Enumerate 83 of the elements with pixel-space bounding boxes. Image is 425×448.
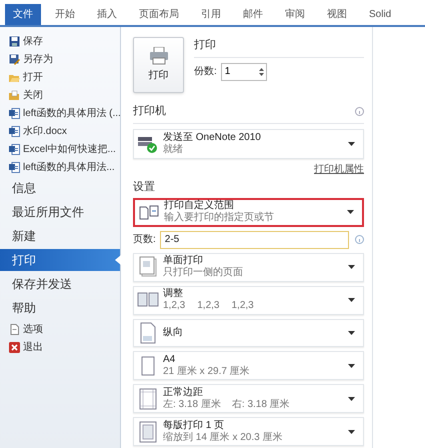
printer-status: 就绪 — [163, 144, 184, 156]
menu-item[interactable]: 信息 — [0, 177, 120, 199]
caret-icon — [348, 396, 355, 401]
option-title: A4 — [163, 354, 176, 366]
ribbon-tab[interactable]: 开始 — [47, 4, 83, 25]
recent-file-item[interactable]: Excel中如何快速把... — [0, 140, 120, 158]
pages-field[interactable]: 2-5 — [160, 230, 349, 249]
option-description: 输入要打印的指定页或节 — [164, 212, 275, 224]
info-icon — [355, 106, 364, 116]
menu-item[interactable]: 退出 — [0, 338, 120, 356]
option-description: 只打印一侧的页面 — [163, 267, 244, 280]
menu-item[interactable]: 另存为 — [0, 50, 120, 68]
option-description: 缩放到 14 厘米 x 20.3 厘米 — [163, 432, 284, 444]
settings-dropdown[interactable]: 单面打印 只打印一侧的页面 — [133, 252, 364, 282]
ribbon-tab[interactable]: 文件 — [5, 4, 41, 25]
ribbon-tab[interactable]: 邮件 — [235, 4, 271, 25]
copies-spinner[interactable]: 1 — [220, 62, 267, 80]
settings-dropdown[interactable]: A4 21 厘米 x 29.7 厘米 — [133, 351, 364, 380]
ribbon-tab[interactable]: 页面布局 — [131, 4, 187, 25]
printer-heading: 打印机 — [133, 104, 166, 119]
ribbon-tab[interactable]: 审阅 — [277, 4, 313, 25]
print-button[interactable]: 打印 — [133, 37, 184, 93]
printer-name: 发送至 OneNote 2010 — [163, 131, 262, 144]
word-document-icon — [9, 162, 20, 172]
word-document-icon — [9, 144, 20, 154]
printer-icon — [148, 47, 168, 65]
option-title: 每版打印 1 页 — [163, 420, 226, 432]
option-description: 左: 3.18 厘米 右: 3.18 厘米 — [163, 398, 291, 411]
ribbon-tab[interactable]: 插入 — [89, 4, 125, 25]
option-title: 调整 — [163, 288, 184, 300]
menu-item[interactable]: 打印 — [0, 249, 120, 271]
settings-dropdown[interactable]: 每版打印 1 页 缩放到 14 厘米 x 20.3 厘米 — [133, 417, 364, 446]
settings-heading: 设置 — [133, 180, 156, 196]
printer-dropdown[interactable]: 发送至 OneNote 2010 就绪 — [133, 128, 364, 160]
option-description: 21 厘米 x 29.7 厘米 — [163, 366, 251, 378]
folder-icon — [9, 90, 20, 100]
word-document-icon — [9, 108, 20, 118]
menu-item[interactable]: 保存并发送 — [0, 273, 120, 295]
caret-icon — [347, 210, 354, 214]
word-document-icon — [9, 126, 20, 136]
option-title: 纵向 — [163, 326, 184, 339]
copies-label: 份数: — [194, 65, 217, 79]
info-icon — [355, 235, 364, 244]
page-stack-icon — [137, 256, 159, 278]
settings-dropdown[interactable]: 纵向 — [133, 318, 364, 348]
settings-dropdown[interactable]: 打印自定义范围 输入要打印的指定页或节 — [133, 198, 364, 227]
pointer-icon — [115, 255, 121, 265]
close-icon — [9, 342, 20, 352]
recent-file-item[interactable]: left函数的具体用法 (... — [0, 104, 120, 122]
menu-item[interactable]: 帮助 — [0, 297, 120, 319]
recent-file-item[interactable]: 水印.docx — [0, 122, 120, 140]
caret-icon — [348, 364, 355, 368]
page-icon — [137, 420, 159, 443]
pages-label: 页数: — [133, 233, 156, 248]
document-icon — [9, 324, 20, 334]
option-title: 打印自定义范围 — [164, 200, 235, 212]
caret-icon — [348, 265, 355, 270]
margins-icon — [137, 388, 159, 410]
caret-icon — [348, 298, 355, 302]
ribbon-tab[interactable]: 视图 — [319, 4, 355, 25]
option-title: 单面打印 — [163, 255, 204, 266]
settings-dropdown[interactable]: 调整 1,2,3 1,2,3 1,2,3 — [133, 286, 364, 314]
menu-item[interactable]: 最近所用文件 — [0, 201, 120, 223]
menu-item[interactable]: 保存 — [0, 32, 120, 50]
menu-item[interactable]: 打开 — [0, 68, 120, 86]
settings-dropdown[interactable]: 正常边距 左: 3.18 厘米 右: 3.18 厘米 — [133, 384, 364, 414]
menu-item[interactable]: 选项 — [0, 320, 120, 338]
print-heading: 打印 — [194, 37, 364, 58]
collate-order: 1,2,3 — [197, 300, 220, 312]
ribbon-tab[interactable]: Solid — [361, 4, 400, 25]
caret-icon — [348, 142, 355, 146]
collate-order: 1,2,3 — [232, 300, 254, 312]
option-title: 正常边距 — [163, 386, 204, 399]
spin-arrows-icon — [258, 66, 264, 76]
floppy-pencil-icon — [9, 54, 20, 64]
recent-file-item[interactable]: left函数的具体用法... — [0, 158, 120, 176]
printer-properties-link[interactable]: 打印机属性 — [314, 162, 364, 178]
caret-icon — [348, 330, 355, 335]
collate-order: 1,2,3 — [163, 300, 186, 312]
ribbon-tab[interactable]: 引用 — [193, 4, 229, 25]
menu-item[interactable]: 关闭 — [0, 86, 120, 104]
caret-icon — [348, 430, 355, 434]
menu-item[interactable]: 新建 — [0, 225, 120, 247]
